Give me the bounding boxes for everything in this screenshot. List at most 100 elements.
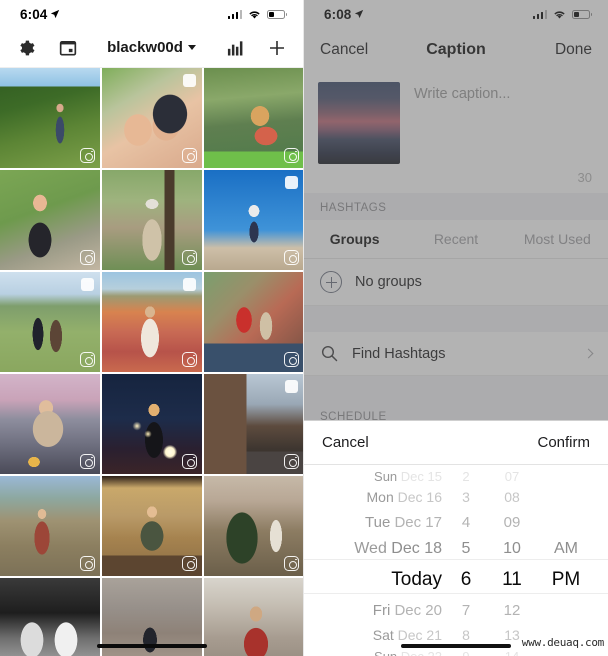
caption-editor-row: Write caption... xyxy=(304,72,608,164)
grid-cell[interactable] xyxy=(0,170,100,270)
gear-icon[interactable] xyxy=(16,38,36,58)
grid-cell[interactable] xyxy=(0,272,100,372)
wifi-icon xyxy=(249,10,260,19)
caption-input[interactable]: Write caption... xyxy=(400,82,594,164)
account-name-label: blackw00d xyxy=(107,39,183,56)
battery-icon xyxy=(267,9,287,19)
instagram-icon xyxy=(80,148,95,163)
caption-char-counter: 30 xyxy=(304,164,608,193)
picker-date-cell: Mon Dec 16 xyxy=(366,489,442,505)
grid-cell[interactable] xyxy=(102,170,202,270)
grid-cell[interactable] xyxy=(204,374,303,474)
picker-date-cell: Wed Dec 18 xyxy=(354,540,442,557)
site-watermark: www.deuaq.com xyxy=(521,636,605,649)
grid-cell[interactable] xyxy=(0,578,100,656)
chevron-down-icon xyxy=(187,45,196,50)
grid-cell[interactable] xyxy=(204,68,303,168)
multi-photo-icon xyxy=(78,275,94,291)
picker-row[interactable]: Mon Dec 16 3 08 xyxy=(304,485,608,509)
picker-row-selected[interactable]: Today 6 11 PM xyxy=(304,563,608,597)
toolbar-right-group xyxy=(225,38,287,58)
picker-hour-cell: 3 xyxy=(462,489,470,505)
picker-cancel-button[interactable]: Cancel xyxy=(322,434,369,451)
plus-icon[interactable] xyxy=(267,38,287,58)
date-time-picker[interactable]: Sun Dec 15 2 07 Mon Dec 16 3 08 Tue Dec … xyxy=(304,465,608,656)
status-indicators-left xyxy=(227,9,287,20)
tab-groups[interactable]: Groups xyxy=(304,220,405,258)
status-time-right: 6:08 xyxy=(324,7,364,22)
status-bar-left: 6:04 xyxy=(0,0,303,28)
grid-cell[interactable] xyxy=(204,476,303,576)
grid-cell[interactable] xyxy=(204,170,303,270)
no-groups-row[interactable]: No groups xyxy=(304,259,608,306)
instagram-icon xyxy=(80,352,95,367)
left-phone-screen: 6:04 blackw00d xyxy=(0,0,304,656)
find-hashtags-label: Find Hashtags xyxy=(352,345,446,362)
picker-minute-cell: 08 xyxy=(504,489,520,505)
right-phone-screen: 6:08 Cancel Caption Done Write caption..… xyxy=(304,0,608,656)
location-arrow-icon xyxy=(355,9,364,19)
picker-hour-cell: 5 xyxy=(461,540,471,557)
instagram-icon xyxy=(80,250,95,265)
picker-ampm-cell: AM xyxy=(554,540,578,557)
multi-photo-icon xyxy=(282,173,298,189)
grid-cell[interactable] xyxy=(102,68,202,168)
picker-hour-cell: 6 xyxy=(460,569,472,590)
caption-navbar: Cancel Caption Done xyxy=(304,28,608,72)
section-spacer-2 xyxy=(304,376,608,402)
home-indicator-left xyxy=(96,643,207,648)
tab-most-used[interactable]: Most Used xyxy=(507,220,608,258)
picker-date-cell: Today xyxy=(391,569,442,590)
search-icon xyxy=(321,345,338,362)
grid-cell[interactable] xyxy=(0,374,100,474)
picker-row[interactable]: Tue Dec 17 4 09 xyxy=(304,509,608,535)
grid-cell[interactable] xyxy=(204,272,303,372)
bar-chart-icon[interactable] xyxy=(225,38,245,58)
instagram-icon xyxy=(284,352,299,367)
dual-screenshot-container: 6:04 blackw00d 6:08 Cancel Caption Done … xyxy=(0,0,608,656)
cancel-button[interactable]: Cancel xyxy=(320,41,368,59)
grid-cell[interactable] xyxy=(102,374,202,474)
post-thumbnail[interactable] xyxy=(318,82,400,164)
hashtags-section-header: HASHTAGS xyxy=(304,193,608,220)
instagram-icon xyxy=(284,454,299,469)
picker-minute-cell: 07 xyxy=(504,468,520,484)
picker-date-cell: Sun Dec 15 xyxy=(374,468,442,484)
picker-row[interactable]: Fri Dec 20 7 12 xyxy=(304,597,608,623)
instagram-icon xyxy=(80,454,95,469)
picker-rows: Sun Dec 15 2 07 Mon Dec 16 3 08 Tue Dec … xyxy=(304,467,608,656)
instagram-icon xyxy=(80,556,95,571)
grid-cell[interactable] xyxy=(0,476,100,576)
picker-date-cell: Fri Dec 20 xyxy=(372,601,442,619)
picker-minute-cell: 14 xyxy=(504,648,520,656)
grid-cell[interactable] xyxy=(102,272,202,372)
battery-icon xyxy=(572,9,592,19)
app-toolbar: blackw00d xyxy=(0,28,303,68)
tab-recent[interactable]: Recent xyxy=(405,220,506,258)
no-groups-label: No groups xyxy=(355,274,422,290)
picker-selection-line-top xyxy=(304,559,608,560)
picker-row[interactable]: Sun Dec 15 2 07 xyxy=(304,467,608,485)
cellular-signal-icon xyxy=(227,9,242,19)
location-arrow-icon xyxy=(51,9,60,19)
hashtag-tabs: Groups Recent Most Used xyxy=(304,220,608,259)
home-indicator-right xyxy=(401,643,511,648)
instagram-icon xyxy=(182,250,197,265)
grid-cell[interactable] xyxy=(102,476,202,576)
grid-cell[interactable] xyxy=(0,68,100,168)
photo-figure xyxy=(204,578,303,656)
find-hashtags-row[interactable]: Find Hashtags xyxy=(304,332,608,376)
picker-hour-cell: 7 xyxy=(461,601,471,619)
calendar-icon[interactable] xyxy=(58,38,78,58)
picker-minute-cell: 09 xyxy=(503,513,521,531)
instagram-icon xyxy=(182,454,197,469)
picker-selection-line-bottom xyxy=(304,593,608,594)
picker-confirm-button[interactable]: Confirm xyxy=(537,434,590,451)
done-button[interactable]: Done xyxy=(555,41,592,59)
picker-date-cell: Sun Dec 22 xyxy=(374,648,442,656)
grid-cell[interactable] xyxy=(204,578,303,656)
picker-minute-cell: 12 xyxy=(503,601,521,619)
picker-hour-cell: 9 xyxy=(462,648,470,656)
instagram-icon xyxy=(182,556,197,571)
picker-hour-cell: 4 xyxy=(461,513,471,531)
